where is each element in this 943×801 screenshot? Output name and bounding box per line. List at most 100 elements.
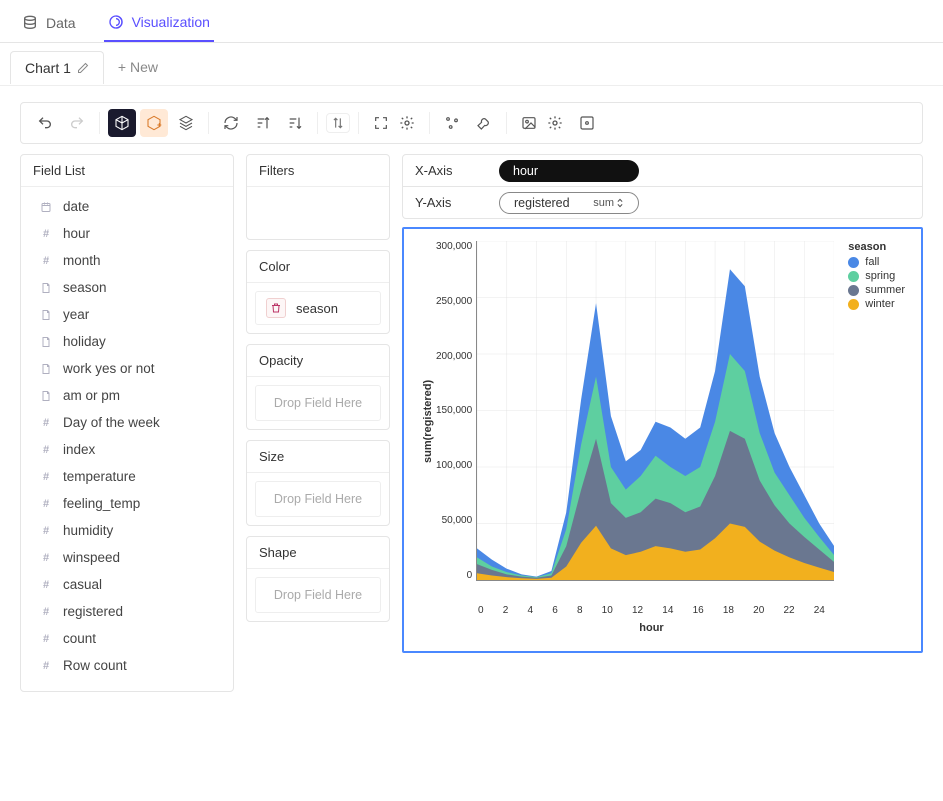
field-name: hour bbox=[63, 226, 90, 241]
legend-item[interactable]: spring bbox=[848, 269, 905, 283]
field-item[interactable]: #registered bbox=[25, 598, 229, 625]
filters-shelf[interactable]: Filters bbox=[246, 154, 390, 240]
field-item[interactable]: #winspeed bbox=[25, 544, 229, 571]
x-axis-title: hour bbox=[478, 622, 825, 634]
field-name: date bbox=[63, 199, 89, 214]
legend-label: fall bbox=[865, 256, 879, 268]
cube-icon bbox=[114, 115, 130, 131]
x-tick: 8 bbox=[577, 605, 583, 616]
size-shelf[interactable]: Size Drop Field Here bbox=[246, 440, 390, 526]
field-item[interactable]: date bbox=[25, 193, 229, 220]
tab-visualization-label: Visualization bbox=[132, 14, 210, 30]
field-item[interactable]: #Row count bbox=[25, 652, 229, 679]
undo-button[interactable] bbox=[31, 109, 59, 137]
field-item[interactable]: am or pm bbox=[25, 382, 229, 409]
y-axis-pill[interactable]: registered sum bbox=[499, 192, 639, 214]
axis-swap-group[interactable] bbox=[326, 113, 350, 133]
redo-button[interactable] bbox=[63, 109, 91, 137]
trash-icon bbox=[270, 302, 282, 314]
chart-tab-label: Chart 1 bbox=[25, 60, 71, 76]
gear-icon bbox=[547, 115, 563, 131]
x-axis-pill[interactable]: hour bbox=[499, 160, 639, 182]
x-axis-row: X-Axis hour bbox=[402, 154, 923, 187]
opacity-drop[interactable]: Drop Field Here bbox=[255, 385, 381, 421]
tab-data[interactable]: Data bbox=[18, 8, 80, 42]
field-item[interactable]: #humidity bbox=[25, 517, 229, 544]
x-tick: 22 bbox=[783, 605, 794, 616]
nodes-icon bbox=[444, 115, 460, 131]
y-axis-label: Y-Axis bbox=[403, 187, 499, 218]
image-button[interactable] bbox=[515, 109, 543, 137]
y-axis-row: Y-Axis registered sum bbox=[402, 187, 923, 219]
field-item[interactable]: #month bbox=[25, 247, 229, 274]
undo-icon bbox=[37, 115, 53, 131]
legend-label: spring bbox=[865, 270, 895, 282]
file-icon bbox=[39, 362, 53, 376]
size-drop[interactable]: Drop Field Here bbox=[255, 481, 381, 517]
edit-icon[interactable] bbox=[77, 62, 89, 74]
hash-icon: # bbox=[39, 659, 53, 673]
legend-swatch bbox=[848, 299, 859, 310]
legend-item[interactable]: fall bbox=[848, 255, 905, 269]
color-pill[interactable]: season bbox=[255, 291, 381, 325]
field-name: temperature bbox=[63, 469, 136, 484]
field-item[interactable]: # hour bbox=[25, 220, 229, 247]
field-item[interactable]: work yes or not bbox=[25, 355, 229, 382]
field-item[interactable]: # temperature bbox=[25, 463, 229, 490]
settings-small-button[interactable] bbox=[393, 109, 421, 137]
y-tick: 300,000 bbox=[436, 241, 472, 252]
field-item[interactable]: #count bbox=[25, 625, 229, 652]
y-axis-title: sum(registered) bbox=[420, 241, 436, 601]
database-icon bbox=[22, 15, 38, 31]
y-axis-value: registered bbox=[514, 196, 570, 210]
calendar-icon bbox=[39, 200, 53, 214]
field-item[interactable]: #Day of the week bbox=[25, 409, 229, 436]
refresh-button[interactable] bbox=[217, 109, 245, 137]
color-shelf[interactable]: Color season bbox=[246, 250, 390, 334]
field-list-title: Field List bbox=[21, 155, 233, 187]
opacity-shelf[interactable]: Opacity Drop Field Here bbox=[246, 344, 390, 430]
shape-drop[interactable]: Drop Field Here bbox=[255, 577, 381, 613]
x-tick: 10 bbox=[602, 605, 613, 616]
x-tick: 6 bbox=[552, 605, 558, 616]
shape-shelf[interactable]: Shape Drop Field Here bbox=[246, 536, 390, 622]
field-name: season bbox=[63, 280, 107, 295]
field-item[interactable]: season bbox=[25, 274, 229, 301]
focus-icon bbox=[579, 115, 595, 131]
legend-item[interactable]: winter bbox=[848, 297, 905, 311]
sort-asc-icon bbox=[255, 115, 271, 131]
x-tick: 18 bbox=[723, 605, 734, 616]
scatter-config-button[interactable] bbox=[438, 109, 466, 137]
cube-plus-button[interactable] bbox=[140, 109, 168, 137]
fullscreen-button[interactable] bbox=[367, 109, 395, 137]
y-tick: 50,000 bbox=[442, 515, 473, 526]
field-item[interactable]: year bbox=[25, 301, 229, 328]
remove-color-button[interactable] bbox=[266, 298, 286, 318]
field-item[interactable]: holiday bbox=[25, 328, 229, 355]
chart-tab-1[interactable]: Chart 1 bbox=[10, 51, 104, 84]
file-icon bbox=[39, 281, 53, 295]
size-title: Size bbox=[247, 441, 389, 473]
sort-desc-button[interactable] bbox=[281, 109, 309, 137]
redo-icon bbox=[69, 115, 85, 131]
legend-swatch bbox=[848, 285, 859, 296]
focus-button[interactable] bbox=[573, 109, 601, 137]
expand-icon bbox=[373, 115, 389, 131]
refresh-icon bbox=[223, 115, 239, 131]
field-item[interactable]: #index bbox=[25, 436, 229, 463]
color-title: Color bbox=[247, 251, 389, 283]
layers-button[interactable] bbox=[172, 109, 200, 137]
field-item[interactable]: #casual bbox=[25, 571, 229, 598]
hash-icon: # bbox=[39, 470, 53, 484]
field-item[interactable]: #feeling_temp bbox=[25, 490, 229, 517]
y-tick: 250,000 bbox=[436, 296, 472, 307]
cube-button[interactable] bbox=[108, 109, 136, 137]
new-chart-tab[interactable]: + New bbox=[104, 49, 172, 85]
hash-icon: # bbox=[39, 227, 53, 241]
sort-asc-button[interactable] bbox=[249, 109, 277, 137]
wrench-button[interactable] bbox=[470, 109, 498, 137]
tab-visualization[interactable]: Visualization bbox=[104, 8, 214, 42]
legend-item[interactable]: summer bbox=[848, 283, 905, 297]
gear-button[interactable] bbox=[541, 109, 569, 137]
field-name: month bbox=[63, 253, 101, 268]
